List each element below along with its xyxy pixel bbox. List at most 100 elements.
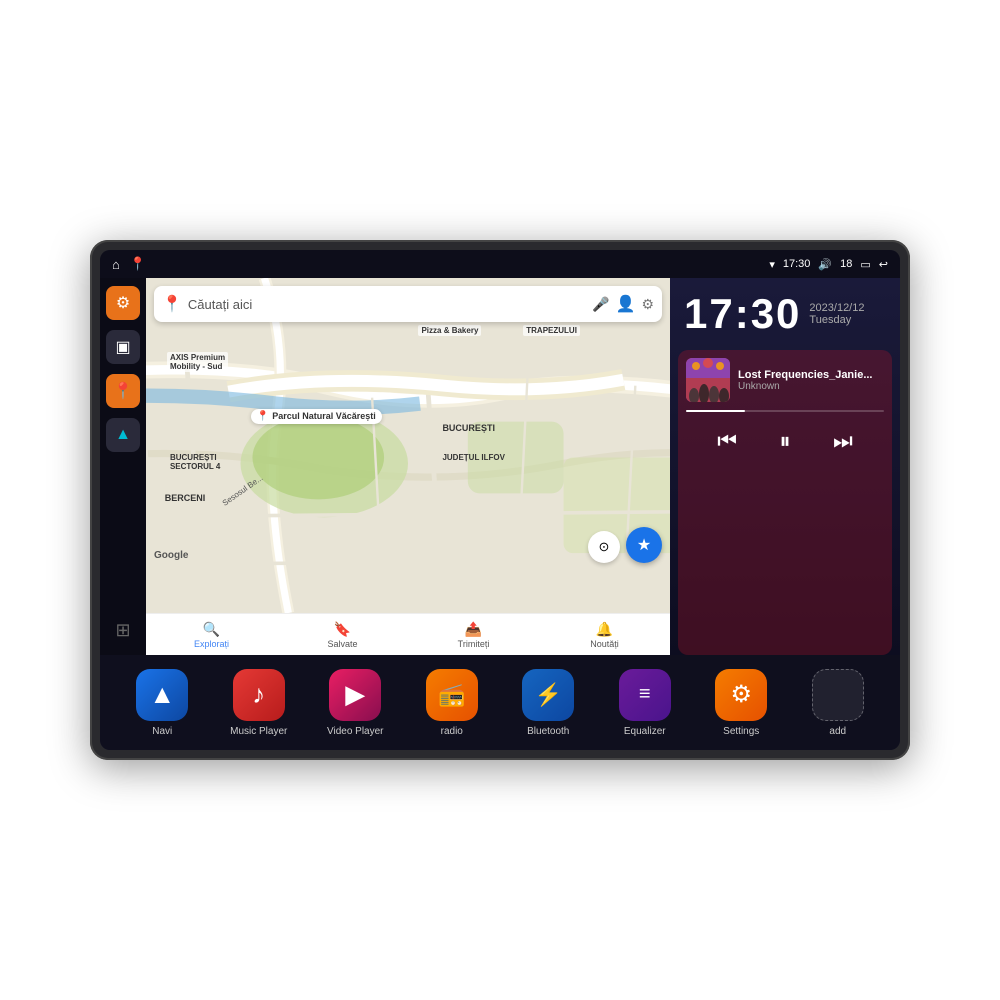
navigate-icon: ★ (637, 535, 651, 555)
dock-item-settings[interactable]: ⚙ Settings (695, 669, 788, 737)
bluetooth-label: Bluetooth (527, 726, 569, 737)
status-time: 17:30 (783, 258, 811, 270)
map-nav-bar: 🔍 Explorați 🔖 Salvate 📤 Trimiteți 🔔 Nout… (146, 613, 670, 655)
main-area: ⚙ ▣ 📍 ▲ ⊞ (100, 278, 900, 655)
music-label: Music Player (230, 726, 287, 737)
music-icon-wrap: ♪ (233, 669, 285, 721)
left-sidebar: ⚙ ▣ 📍 ▲ ⊞ (100, 278, 146, 655)
sidebar-files-button[interactable]: ▣ (106, 330, 140, 364)
clock-date-text: 2023/12/12 (809, 302, 864, 314)
home-icon[interactable]: ⌂ (112, 257, 120, 272)
map-nav-noutăți[interactable]: 🔔 Noutăți (539, 617, 670, 653)
device: ⌂ 📍 ▾ 17:30 🔊 18 ▭ ↩ ⚙ ▣ (90, 240, 910, 760)
map-label-trapez: TRAPEZULUI (523, 325, 580, 336)
music-player-widget: Lost Frequencies_Janie... Unknown ⏮ ⏸ ⏭ (678, 350, 892, 655)
map-label-parcul: 📍 Parcul Natural Văcărești (251, 409, 382, 424)
sidebar-maps-button[interactable]: 📍 (106, 374, 140, 408)
dock-item-video[interactable]: ▶ Video Player (309, 669, 402, 737)
eq-icon-wrap: ≡ (619, 669, 671, 721)
screen: ⌂ 📍 ▾ 17:30 🔊 18 ▭ ↩ ⚙ ▣ (100, 250, 900, 750)
map-location-button[interactable]: ⊙ (588, 531, 620, 563)
map-label-pizza: Pizza & Bakery (418, 325, 481, 336)
bt-icon-wrap: ⚡ (522, 669, 574, 721)
explorați-label: Explorați (194, 639, 229, 649)
dock-item-add[interactable]: add (792, 669, 885, 737)
sidebar-grid-button[interactable]: ⊞ (106, 613, 140, 647)
music-info: Lost Frequencies_Janie... Unknown (686, 358, 884, 402)
map-account-icon[interactable]: 👤 (616, 294, 636, 314)
radio-dock-icon: 📻 (438, 682, 465, 708)
music-text: Lost Frequencies_Janie... Unknown (738, 369, 884, 392)
sidebar-settings-button[interactable]: ⚙ (106, 286, 140, 320)
battery-icon: ▭ (860, 258, 870, 271)
music-progress-fill (686, 410, 745, 412)
radio-icon-wrap: 📻 (426, 669, 478, 721)
dock-item-equalizer[interactable]: ≡ Equalizer (599, 669, 692, 737)
radio-label: radio (441, 726, 463, 737)
settings-dock-icon: ⚙ (730, 680, 752, 709)
dock-item-bluetooth[interactable]: ⚡ Bluetooth (502, 669, 595, 737)
album-art (686, 358, 730, 402)
map-area[interactable]: AXIS PremiumMobility - Sud 📍 Parcul Natu… (146, 278, 670, 613)
map-search-text[interactable]: Căutați aici (188, 297, 586, 312)
map-label-buc: BUCUREȘTI (439, 422, 498, 434)
map-nav-explorați[interactable]: 🔍 Explorați (146, 617, 277, 653)
map-nav-trimiteți[interactable]: 📤 Trimiteți (408, 617, 539, 653)
map-search-bar[interactable]: 📍 Căutați aici 🎤 👤 ⚙ (154, 286, 662, 322)
wifi-icon: ▾ (769, 258, 775, 271)
trimiteți-label: Trimiteți (458, 639, 490, 649)
back-icon[interactable]: ↩ (879, 258, 888, 271)
google-logo: Google (154, 550, 188, 561)
navi-label: Navi (152, 726, 172, 737)
navi-icon-wrap: ▲ (136, 669, 188, 721)
video-label: Video Player (327, 726, 384, 737)
salvate-label: Salvate (327, 639, 357, 649)
music-controls: ⏮ ⏸ ⏭ (686, 422, 884, 460)
equalizer-label: Equalizer (624, 726, 666, 737)
dock-item-music[interactable]: ♪ Music Player (213, 669, 306, 737)
music-dock-icon: ♪ (252, 679, 265, 710)
music-next-button[interactable]: ⏭ (825, 424, 861, 458)
map-settings-icon[interactable]: ⚙ (641, 296, 654, 313)
map-status-icon[interactable]: 📍 (130, 256, 146, 272)
equalizer-dock-icon: ≡ (639, 683, 651, 706)
bluetooth-dock-icon: ⚡ (535, 682, 562, 708)
map-navigate-fab[interactable]: ★ (626, 527, 662, 563)
noutăți-label: Noutăți (590, 639, 619, 649)
status-bar: ⌂ 📍 ▾ 17:30 🔊 18 ▭ ↩ (100, 250, 900, 278)
center-content: AXIS PremiumMobility - Sud 📍 Parcul Natu… (146, 278, 670, 655)
grid-icon: ⊞ (115, 620, 130, 641)
settings-icon-wrap: ⚙ (715, 669, 767, 721)
video-dock-icon: ▶ (345, 679, 365, 710)
map-label-sector4: BUCUREȘTISECTORUL 4 (167, 452, 223, 472)
music-artist: Unknown (738, 381, 884, 392)
trimiteți-icon: 📤 (465, 621, 482, 638)
map-background (146, 278, 670, 613)
settings-icon: ⚙ (116, 293, 130, 313)
add-label: add (829, 726, 846, 737)
volume-icon: 🔊 (818, 258, 832, 271)
bottom-dock: ▲ Navi ♪ Music Player ▶ Video Player 📻 (100, 655, 900, 750)
music-title: Lost Frequencies_Janie... (738, 369, 884, 381)
files-icon: ▣ (115, 337, 130, 357)
sidebar-navi-button[interactable]: ▲ (106, 418, 140, 452)
add-icon-wrap (812, 669, 864, 721)
music-prev-button[interactable]: ⏮ (709, 424, 745, 458)
video-icon-wrap: ▶ (329, 669, 381, 721)
map-search-pin-icon: 📍 (162, 294, 182, 314)
dock-item-radio[interactable]: 📻 radio (406, 669, 499, 737)
noutăți-icon: 🔔 (596, 621, 613, 638)
album-art-image (686, 358, 730, 402)
music-pause-button[interactable]: ⏸ (771, 424, 798, 458)
clock-area: 17:30 2023/12/12 Tuesday (670, 278, 900, 350)
music-progress-bar[interactable] (686, 410, 884, 412)
map-label-ilfov: JUDEȚUL ILFOV (439, 452, 508, 463)
map-mic-icon[interactable]: 🎤 (592, 296, 609, 313)
settings-label: Settings (723, 726, 759, 737)
dock-item-navi[interactable]: ▲ Navi (116, 669, 209, 737)
map-nav-salvate[interactable]: 🔖 Salvate (277, 617, 408, 653)
clock-day-text: Tuesday (809, 314, 864, 326)
clock-time: 17:30 (684, 290, 801, 338)
right-panel: 17:30 2023/12/12 Tuesday (670, 278, 900, 655)
maps-icon: 📍 (113, 381, 133, 401)
